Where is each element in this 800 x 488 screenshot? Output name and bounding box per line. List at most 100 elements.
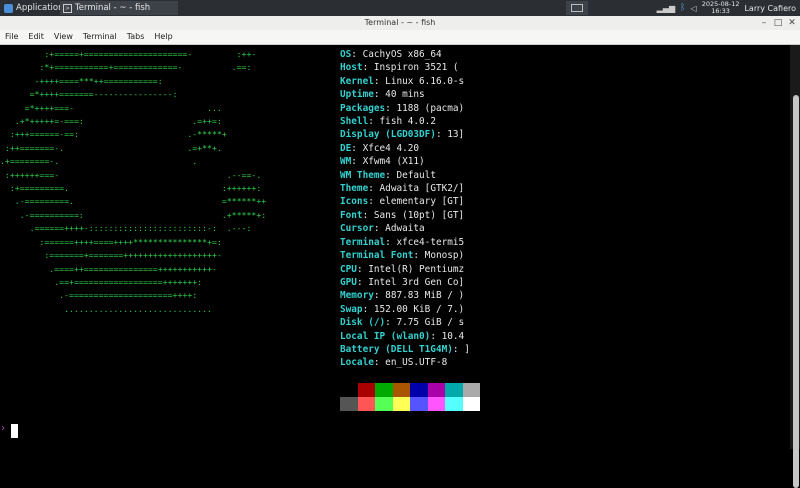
color-palette (340, 383, 480, 411)
info-line: WM: Xfwm4 (X11) (340, 155, 780, 168)
prompt-symbol: › (0, 423, 7, 434)
network-icon[interactable]: ▂▄▆ (657, 4, 675, 13)
info-key: GPU (340, 276, 357, 288)
menu-help[interactable]: Help (149, 30, 177, 44)
palette-swatch (410, 397, 428, 411)
info-value: ] (464, 343, 470, 355)
info-separator: : (373, 357, 386, 369)
info-value: en_US.UTF-8 (385, 357, 448, 369)
logo-line: :++++++===- .--==-. (4, 169, 262, 180)
minimize-icon[interactable]: – (758, 16, 770, 30)
menu-file[interactable]: File (0, 30, 23, 44)
window-thumbnail-icon (571, 4, 583, 12)
info-separator: : (368, 116, 380, 128)
terminal-output[interactable]: :+=====+=====================- :++- :*+=… (0, 45, 790, 449)
info-value: Default (396, 169, 436, 181)
info-separator: : (452, 343, 465, 355)
user-name[interactable]: Larry Cafiero (744, 4, 796, 13)
logo-line: =*++++===- ... (24, 102, 222, 113)
info-key: Local IP (wlan0) (340, 330, 431, 342)
close-icon[interactable]: ✕ (786, 16, 798, 30)
info-line: Uptime: 40 mins (340, 88, 780, 101)
bluetooth-icon[interactable]: ᛒ (680, 3, 685, 13)
info-line: Display (LGD03DF): 13] (340, 128, 780, 141)
info-key: Terminal Font (340, 250, 414, 262)
menu-edit[interactable]: Edit (23, 30, 49, 44)
info-value: 10.4 (441, 330, 465, 342)
info-key: Shell (340, 116, 369, 128)
info-value: Linux 6.16.0-s (385, 75, 465, 87)
palette-swatch (410, 383, 428, 397)
info-line: OS: CachyOS x86_64 (340, 48, 780, 61)
text-cursor (11, 424, 18, 438)
info-line: Local IP (wlan0): 10.4 (340, 330, 780, 343)
info-value: elementary [GT] (379, 196, 465, 208)
info-key: WM Theme (340, 169, 386, 181)
logo-line: .-=====================++++: (59, 290, 198, 301)
scrollbar-thumb[interactable] (793, 95, 799, 488)
logo-line: .+*+++++=-===: .=++=: (14, 116, 222, 127)
system-info: OS: CachyOS x86_64 Host: Inspiron 3521 (K… (340, 48, 780, 370)
xfce-menu-icon (4, 3, 13, 13)
menu-terminal[interactable]: Terminal (78, 30, 122, 44)
maximize-icon[interactable]: □ (772, 16, 784, 30)
menu-tabs[interactable]: Tabs (122, 30, 150, 44)
info-separator: : (351, 156, 363, 168)
info-key: Terminal (340, 236, 386, 248)
info-line: Memory: 887.83 MiB / ) (340, 289, 780, 302)
info-line: CPU: Intel(R) Pentiumz (340, 263, 780, 276)
info-key: Uptime (340, 89, 374, 101)
palette-swatch (357, 383, 375, 397)
info-line: WM Theme: Default (340, 169, 780, 182)
info-line: DE: Xfce4 4.20 (340, 142, 780, 155)
info-key: DE (340, 142, 352, 154)
info-line: Host: Inspiron 3521 ( (340, 61, 780, 74)
info-key: Battery (DELL T1G4M) (340, 343, 453, 355)
info-separator: : (351, 49, 363, 60)
volume-icon[interactable]: ◁ (691, 4, 697, 13)
workspace-switcher[interactable] (566, 1, 588, 15)
system-tray: ▂▄▆ ᛒ ◁ 2025-08-12 16:33 Larry Cafiero (657, 0, 800, 16)
info-line: Locale: en_US.UTF-8 (340, 356, 780, 369)
logo-line: .-==========: .+*****+: (19, 209, 267, 220)
logo-line: =*++++=======----------------: (29, 89, 178, 100)
info-value: Xfce4 4.20 (362, 142, 420, 154)
info-separator: : (373, 75, 386, 87)
info-separator: : (362, 62, 374, 74)
info-value: Inspiron 3521 ( (373, 62, 459, 74)
info-key: Display (LGD03DF) (340, 129, 436, 141)
info-separator: : (373, 290, 386, 302)
taskbar-terminal-button[interactable]: > Terminal - ~ - fish (60, 1, 178, 15)
palette-swatch (375, 383, 393, 397)
info-key: OS (340, 49, 352, 60)
info-key: Cursor (340, 223, 374, 235)
info-separator: : (368, 183, 380, 195)
info-value: 152.00 KiB / 7.) (373, 303, 465, 315)
info-key: Kernel (340, 75, 374, 87)
logo-line: :+=========. :++++++: (9, 183, 262, 194)
terminal-scrollbar[interactable] (790, 45, 800, 488)
info-key: Locale (340, 357, 374, 369)
info-separator: : (351, 142, 363, 154)
logo-line: :=======+=======+++++++++++++++++++- (44, 250, 222, 261)
info-value: Adwaita (385, 223, 425, 235)
info-value: 40 mins (385, 89, 425, 101)
menu-view[interactable]: View (49, 30, 78, 44)
menu-bar: File Edit View Terminal Tabs Help (0, 30, 800, 45)
info-line: Packages: 1188 (pacma) (340, 102, 780, 115)
window-titlebar[interactable]: Terminal - ~ - fish – □ ✕ (0, 16, 800, 31)
palette-row-normal (340, 383, 480, 397)
info-separator: : (356, 276, 369, 288)
info-value: Adwaita [GTK2/] (379, 183, 465, 195)
clock[interactable]: 2025-08-12 16:33 (702, 1, 740, 15)
info-key: Theme (340, 183, 369, 195)
info-key: Packages (340, 102, 386, 114)
info-separator: : (373, 223, 386, 235)
logo-line: :======++++====++++***************+=: (39, 236, 222, 247)
info-separator: : (385, 236, 397, 248)
palette-swatch (340, 383, 358, 397)
info-line: Shell: fish 4.0.2 (340, 115, 780, 128)
logo-line: :+=====+=====================- :++- (44, 49, 257, 59)
info-key: Swap (340, 303, 363, 315)
info-line: Theme: Adwaita [GTK2/] (340, 182, 780, 195)
